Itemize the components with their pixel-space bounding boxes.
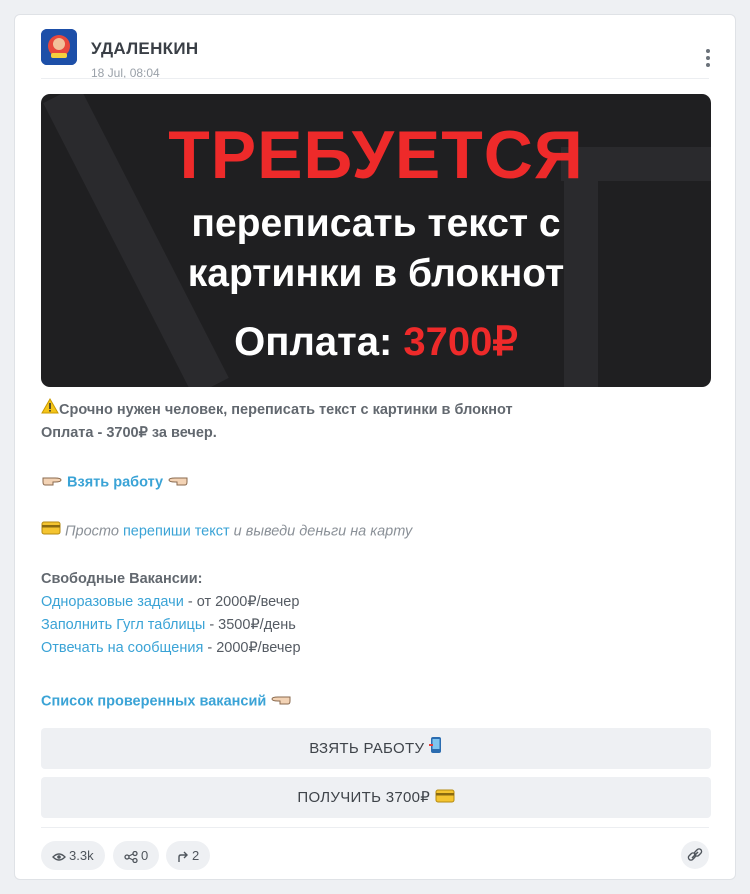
vacancies-heading: Свободные Вакансии:	[41, 571, 203, 587]
post-card: УДАЛЕНКИН 18 Jul, 08:04 ТРЕБУЕТСЯ перепи…	[14, 14, 736, 880]
vacancy-rate: - 3500₽/день	[205, 617, 296, 633]
rewrite-text-link[interactable]: перепиши текст	[123, 523, 230, 539]
post-image[interactable]: ТРЕБУЕТСЯ переписать текст с картинки в …	[41, 94, 711, 387]
post-header: УДАЛЕНКИН 18 Jul, 08:04	[41, 29, 721, 89]
payment-text: Оплата - 3700₽ за вечер.	[41, 425, 217, 441]
vacancy-item: Одноразовые задачи - от 2000₽/вечер	[41, 591, 709, 614]
forward-arrow-icon	[178, 851, 188, 862]
channel-avatar[interactable]	[41, 29, 77, 65]
pointing-left-icon	[270, 690, 292, 713]
warning-icon	[41, 397, 59, 422]
share-nodes-icon	[124, 850, 138, 863]
copy-link-button[interactable]	[681, 841, 709, 869]
views-counter: 3.3k	[41, 841, 105, 870]
vacancies-block: Свободные Вакансии: Одноразовые задачи -…	[41, 568, 709, 660]
post-intro: Срочно нужен человек, переписать текст с…	[41, 397, 709, 445]
credit-card-icon	[435, 778, 455, 819]
views-count: 3.3k	[69, 848, 94, 863]
vacancy-rate: - от 2000₽/вечер	[183, 594, 300, 610]
forwards-button[interactable]: 2	[166, 841, 211, 870]
footer-divider	[41, 827, 709, 828]
banner-payment-amount: 3700₽	[403, 320, 518, 364]
banner-payment: Оплата: 3700₽	[41, 319, 711, 365]
vacancy-link[interactable]: Одноразовые задачи	[41, 594, 184, 610]
get-money-button-label: ПОЛУЧИТЬ 3700₽	[297, 789, 431, 806]
vacancy-link[interactable]: Отвечать на сообщения	[41, 640, 203, 656]
banner-line-2: картинки в блокнот	[187, 252, 565, 295]
more-options-icon[interactable]	[703, 49, 713, 71]
eye-icon	[52, 852, 66, 861]
header-divider	[41, 78, 709, 79]
pointing-right-icon	[41, 471, 63, 494]
take-job-line: Взять работу	[41, 471, 709, 494]
link-icon	[687, 848, 703, 861]
banner-line-1: переписать текст с	[191, 202, 561, 245]
card-suffix: и выведи деньги на карту	[233, 523, 413, 540]
vacancy-item: Заполнить Гугл таблицы - 3500₽/день	[41, 614, 709, 637]
post-footer: 3.3k 0 2	[41, 841, 709, 871]
pointing-left-icon	[167, 471, 189, 494]
reactions-button[interactable]: 0	[113, 841, 160, 870]
take-job-button-label: ВЗЯТЬ РАБОТУ	[309, 740, 425, 757]
reactions-count: 0	[141, 848, 149, 863]
take-job-button[interactable]: ВЗЯТЬ РАБОТУ	[41, 728, 711, 769]
vacancy-link[interactable]: Заполнить Гугл таблицы	[41, 617, 205, 633]
card-line: Просто перепиши текст и выведи деньги на…	[41, 520, 709, 543]
vacancy-item: Отвечать на сообщения - 2000₽/вечер	[41, 637, 709, 660]
take-job-link[interactable]: Взять работу	[67, 474, 163, 490]
card-prefix: Просто	[65, 523, 119, 540]
banner-title: ТРЕБУЕТСЯ	[168, 117, 584, 193]
phone-icon	[428, 729, 443, 770]
get-money-button[interactable]: ПОЛУЧИТЬ 3700₽	[41, 777, 711, 818]
vacancy-rate: - 2000₽/вечер	[203, 640, 301, 656]
warning-text: Срочно нужен человек, переписать текст с…	[59, 401, 513, 418]
banner-payment-label: Оплата:	[234, 320, 393, 364]
credit-card-icon	[41, 520, 61, 543]
verified-line: Список проверенных вакансий	[41, 690, 709, 713]
verified-vacancies-link[interactable]: Список проверенных вакансий	[41, 693, 266, 709]
channel-name[interactable]: УДАЛЕНКИН	[91, 39, 198, 59]
forwards-count: 2	[192, 848, 200, 863]
